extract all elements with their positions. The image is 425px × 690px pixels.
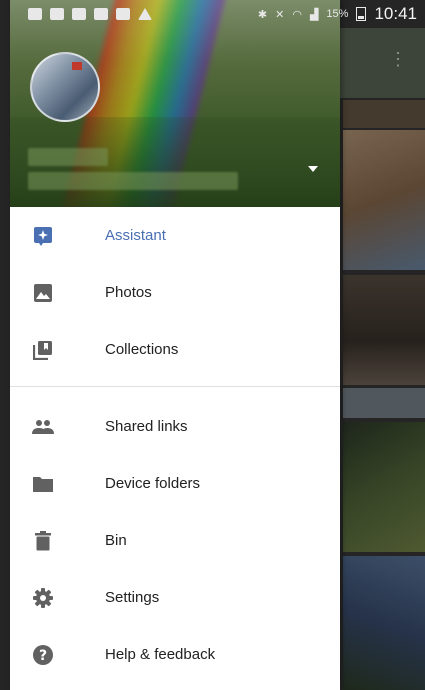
menu-item-device-folders[interactable]: Device folders: [10, 455, 340, 512]
menu-item-label: Photos: [105, 284, 152, 301]
menu-item-help-feedback[interactable]: ? Help & feedback: [10, 626, 340, 683]
notification-icon: [50, 8, 64, 20]
mute-icon: ✕: [275, 8, 285, 21]
notification-icon: [116, 8, 130, 20]
menu-item-settings[interactable]: Settings: [10, 569, 340, 626]
wifi-icon: ◠: [292, 8, 302, 21]
signal-icon: ▟: [309, 8, 319, 21]
warning-icon: [138, 8, 152, 20]
menu-item-collections[interactable]: Collections: [10, 321, 340, 378]
menu-item-label: Bin: [105, 532, 127, 549]
folder-icon: [32, 473, 54, 495]
menu-item-shared-links[interactable]: Shared links: [10, 398, 340, 455]
collections-icon: [32, 339, 54, 361]
menu-item-label: Device folders: [105, 475, 201, 492]
system-icons: ✱ ✕ ◠ ▟ 15% 10:41: [258, 4, 417, 24]
menu-divider: [10, 386, 340, 387]
battery-percent: 15%: [326, 8, 349, 20]
people-icon: [32, 416, 54, 438]
menu-item-label: Help & feedback: [105, 646, 216, 663]
account-name: [28, 148, 108, 166]
battery-icon: [356, 7, 367, 21]
svg-text:?: ?: [39, 648, 47, 664]
menu-item-label: Collections: [105, 341, 179, 358]
menu-item-photos[interactable]: Photos: [10, 264, 340, 321]
menu-item-label: Settings: [105, 589, 160, 606]
status-bar: ✱ ✕ ◠ ▟ 15% 10:41: [0, 0, 425, 28]
menu-item-bin[interactable]: Bin: [10, 512, 340, 569]
menu-item-assistant[interactable]: Assistant: [10, 207, 340, 264]
menu-item-label: Assistant: [105, 227, 166, 244]
avatar[interactable]: [30, 52, 100, 122]
drawer-menu: Assistant Photos Collections Shared link…: [10, 207, 340, 683]
assistant-icon: [32, 225, 54, 247]
help-icon: ?: [32, 644, 54, 666]
notification-icon: [94, 8, 108, 20]
message-icon: [28, 8, 42, 20]
drawer-header: [10, 0, 340, 207]
notification-icons: [28, 8, 152, 20]
account-email: [28, 172, 238, 190]
bin-icon: [32, 530, 54, 552]
bluetooth-icon: ✱: [257, 8, 268, 21]
menu-item-label: Shared links: [105, 418, 188, 435]
gear-icon: [32, 587, 54, 609]
navigation-drawer: Assistant Photos Collections Shared link…: [10, 0, 340, 690]
clock: 10:41: [374, 4, 417, 23]
photos-icon: [32, 282, 54, 304]
notification-icon: [72, 8, 86, 20]
account-switcher-chevron-icon[interactable]: [308, 166, 318, 172]
